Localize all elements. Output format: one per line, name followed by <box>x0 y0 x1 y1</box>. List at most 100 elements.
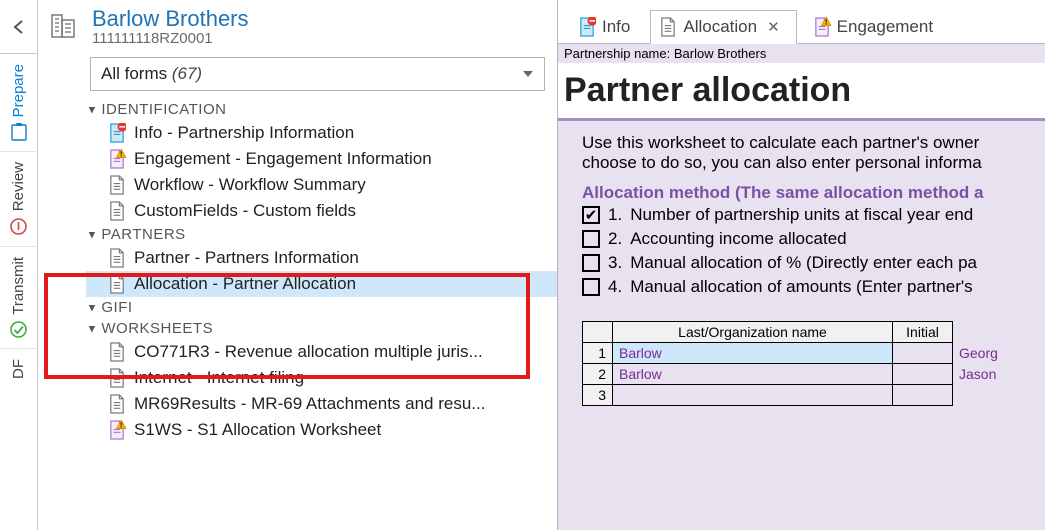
cell-initial[interactable] <box>893 385 953 406</box>
doc-icon <box>108 248 126 268</box>
row-number: 2 <box>583 364 613 385</box>
option-number: 3. <box>608 253 622 273</box>
table-row[interactable]: 2Barlow Jason <box>583 364 1005 385</box>
table-corner <box>583 322 613 343</box>
globe-check-icon <box>10 320 28 338</box>
rail-label: Transmit <box>10 257 27 315</box>
forms-dropdown-count: (67) <box>172 64 202 83</box>
doc-icon <box>108 394 126 414</box>
checkbox[interactable] <box>582 206 600 224</box>
forms-dropdown-label: All forms <box>101 64 167 83</box>
tree-group-header[interactable]: ▲ PARTNERS <box>86 224 557 245</box>
allocation-option[interactable]: 4. Manual allocation of amounts (Enter p… <box>582 275 1045 299</box>
checkbox[interactable] <box>582 254 600 272</box>
doc-title: Partner allocation <box>558 63 1045 118</box>
rail-tab-prepare[interactable]: Prepare <box>0 54 38 152</box>
tree-item-label: Partner - Partners Information <box>134 248 359 268</box>
forms-panel: Barlow Brothers 111111118RZ0001 All form… <box>38 0 558 530</box>
doc-icon <box>813 17 831 37</box>
tree-item-label: MR69Results - MR-69 Attachments and resu… <box>134 394 485 414</box>
collapse-triangle-icon: ▲ <box>86 323 97 335</box>
client-header: Barlow Brothers 111111118RZ0001 <box>38 0 557 51</box>
row-number: 1 <box>583 343 613 364</box>
tree-group-header[interactable]: ▲ GIFI <box>86 297 557 318</box>
table-row[interactable]: 1Barlow Georg <box>583 343 1005 364</box>
tab-label: Info <box>602 17 630 37</box>
cell-firstname[interactable] <box>953 385 1005 406</box>
tree-item[interactable]: Info - Partnership Information <box>86 120 557 146</box>
allocation-option[interactable]: 1. Number of partnership units at fiscal… <box>582 203 1045 227</box>
info-circle-icon <box>10 218 28 236</box>
rail-label: DF <box>10 359 27 379</box>
table-row[interactable]: 3 <box>583 385 1005 406</box>
allocation-method-header: Allocation method (The same allocation m… <box>582 183 1045 203</box>
option-label: Accounting income allocated <box>630 229 846 249</box>
tree-group-header[interactable]: ▲ IDENTIFICATION <box>86 99 557 120</box>
tab-bar: Info Allocation✕ Engagement <box>558 0 1045 44</box>
allocation-option[interactable]: 3. Manual allocation of % (Directly ente… <box>582 251 1045 275</box>
tree-item[interactable]: Partner - Partners Information <box>86 245 557 271</box>
forms-tree: ▲ IDENTIFICATIONInfo - Partnership Infor… <box>38 99 557 530</box>
client-number: 111111118RZ0001 <box>92 30 249 47</box>
option-label: Manual allocation of % (Directly enter e… <box>630 253 977 273</box>
doc-icon <box>108 420 126 440</box>
forms-dropdown[interactable]: All forms (67) <box>90 57 545 91</box>
tree-item[interactable]: Engagement - Engagement Information <box>86 146 557 172</box>
tree-group-header[interactable]: ▲ WORKSHEETS <box>86 318 557 339</box>
building-icon <box>50 12 80 42</box>
partners-table: Last/Organization name Initial 1Barlow Ge… <box>582 321 1005 406</box>
option-number: 4. <box>608 277 622 297</box>
col-name-header: Last/Organization name <box>613 322 893 343</box>
doc-icon <box>108 368 126 388</box>
cell-firstname[interactable]: Jason <box>953 364 1005 385</box>
cell-firstname[interactable]: Georg <box>953 343 1005 364</box>
back-button[interactable] <box>0 0 38 54</box>
cell-name[interactable] <box>613 385 893 406</box>
cell-initial[interactable] <box>893 343 953 364</box>
doc-icon <box>108 149 126 169</box>
option-label: Number of partnership units at fiscal ye… <box>630 205 973 225</box>
cell-name[interactable]: Barlow <box>613 343 893 364</box>
cell-name[interactable]: Barlow <box>613 364 893 385</box>
tree-item[interactable]: CO771R3 - Revenue allocation multiple ju… <box>86 339 557 365</box>
tree-item-label: Internet - Internet filing <box>134 368 304 388</box>
col-initial-header: Initial <box>893 322 953 343</box>
checkbox[interactable] <box>582 230 600 248</box>
clipboard-icon <box>10 123 28 141</box>
collapse-triangle-icon: ▲ <box>86 302 97 314</box>
tree-item[interactable]: Workflow - Workflow Summary <box>86 172 557 198</box>
tree-item[interactable]: CustomFields - Custom fields <box>86 198 557 224</box>
row-number: 3 <box>583 385 613 406</box>
tree-item-label: Engagement - Engagement Information <box>134 149 432 169</box>
close-icon[interactable]: ✕ <box>763 18 784 36</box>
cell-initial[interactable] <box>893 364 953 385</box>
tab[interactable]: Engagement <box>805 11 945 43</box>
rail-tab-review[interactable]: Review <box>0 152 38 246</box>
rail-label: Prepare <box>10 64 27 117</box>
tree-item[interactable]: Internet - Internet filing <box>86 365 557 391</box>
tree-item-label: CO771R3 - Revenue allocation multiple ju… <box>134 342 483 362</box>
tab[interactable]: Info <box>570 11 642 43</box>
tree-item[interactable]: MR69Results - MR-69 Attachments and resu… <box>86 391 557 417</box>
tab[interactable]: Allocation✕ <box>650 10 796 44</box>
doc-icon <box>108 175 126 195</box>
doc-icon <box>108 201 126 221</box>
client-name: Barlow Brothers <box>92 6 249 32</box>
tree-item[interactable]: Allocation - Partner Allocation <box>86 271 557 297</box>
option-number: 2. <box>608 229 622 249</box>
collapse-triangle-icon: ▲ <box>86 104 97 116</box>
tab-label: Engagement <box>837 17 933 37</box>
doc-meta-label: Partnership name: <box>564 46 670 61</box>
allocation-option[interactable]: 2. Accounting income allocated <box>582 227 1045 251</box>
doc-icon <box>108 274 126 294</box>
tree-item-label: Workflow - Workflow Summary <box>134 175 366 195</box>
rail-tab-df[interactable]: DF <box>0 349 38 389</box>
tree-item-label: Allocation - Partner Allocation <box>134 274 356 294</box>
doc-icon <box>578 17 596 37</box>
rail-tab-transmit[interactable]: Transmit <box>0 247 38 350</box>
checkbox[interactable] <box>582 278 600 296</box>
doc-icon <box>108 342 126 362</box>
tree-item[interactable]: S1WS - S1 Allocation Worksheet <box>86 417 557 443</box>
collapse-triangle-icon: ▲ <box>86 229 97 241</box>
left-rail: Prepare Review Transmit DF <box>0 0 38 530</box>
